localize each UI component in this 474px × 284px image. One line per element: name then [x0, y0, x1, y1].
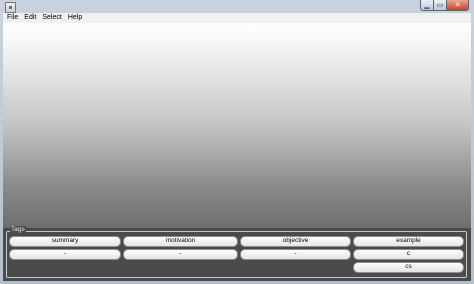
- application-window: ▁ ▭ ✕ File Edit Select Help Tags summary…: [0, 0, 474, 284]
- menu-select[interactable]: Select: [39, 13, 64, 23]
- menu-edit[interactable]: Edit: [21, 13, 39, 23]
- app-window-icon[interactable]: [5, 2, 16, 13]
- maximize-icon[interactable]: ▭: [434, 0, 447, 11]
- tags-panel-title: Tags: [10, 226, 26, 234]
- tag-value-button[interactable]: cs: [353, 262, 464, 273]
- close-icon[interactable]: ✕: [447, 0, 469, 11]
- menu-file[interactable]: File: [3, 13, 21, 23]
- menu-help[interactable]: Help: [65, 13, 85, 23]
- tag-button-motivation[interactable]: motivation: [123, 236, 238, 247]
- minimize-icon[interactable]: ▁: [420, 0, 434, 11]
- tag-value-button[interactable]: -: [9, 249, 121, 260]
- menu-bar: File Edit Select Help: [3, 13, 471, 23]
- tag-button-summary[interactable]: summary: [9, 236, 121, 247]
- main-canvas[interactable]: [3, 23, 471, 228]
- tag-value-button[interactable]: c: [353, 249, 464, 260]
- window-controls: ▁ ▭ ✕: [420, 0, 469, 11]
- tag-button-objective[interactable]: objective: [240, 236, 351, 247]
- tag-value-button[interactable]: -: [240, 249, 351, 260]
- tag-value-button[interactable]: -: [123, 249, 238, 260]
- title-bar[interactable]: ▁ ▭ ✕: [0, 0, 474, 13]
- tag-button-example[interactable]: example: [353, 236, 464, 247]
